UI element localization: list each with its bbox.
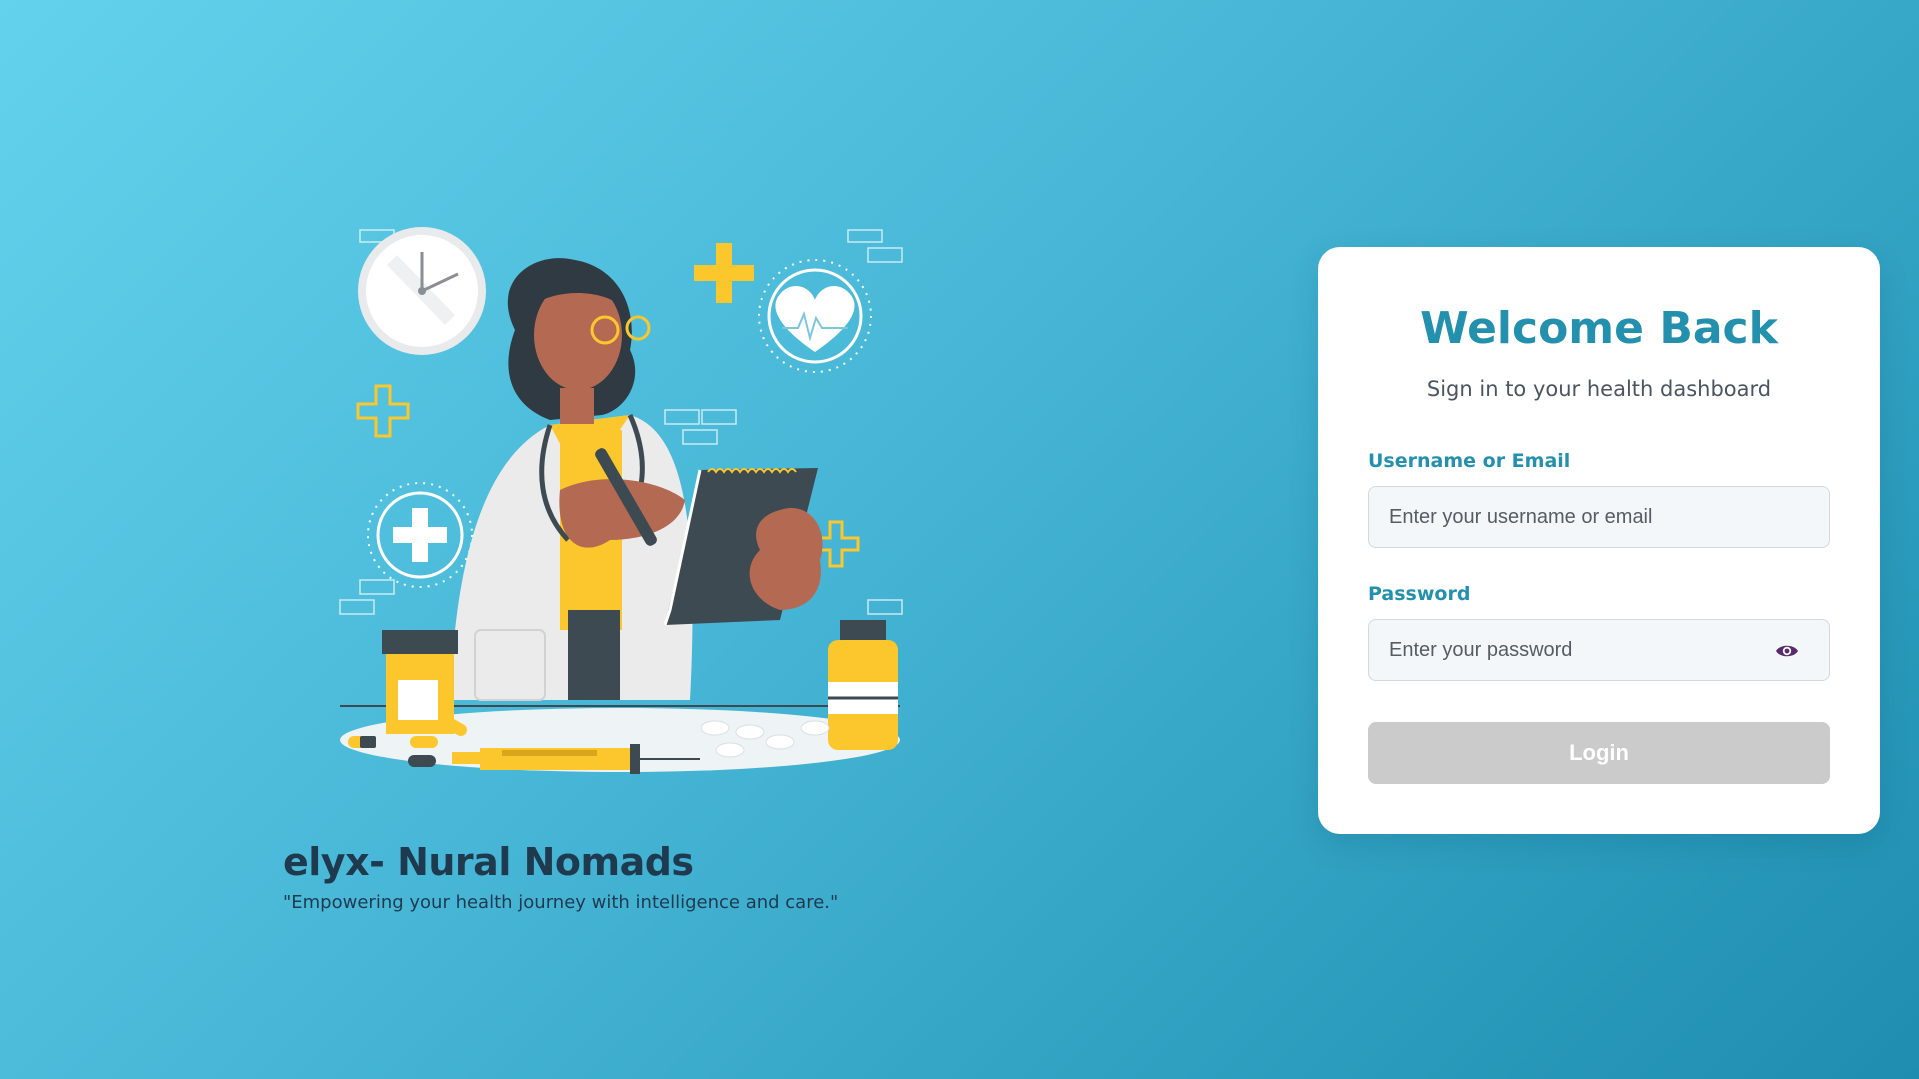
brand-tagline: "Empowering your health journey with int… — [283, 892, 839, 913]
medical-plus-icon — [367, 482, 473, 588]
username-field-wrapper — [1368, 486, 1830, 548]
brand-title: elyx- Nural Nomads — [283, 840, 694, 884]
username-label: Username or Email — [1368, 450, 1571, 472]
password-field-wrapper — [1368, 619, 1830, 681]
clock-icon — [358, 227, 486, 355]
brand-block: elyx- Nural Nomads "Empowering your heal… — [283, 840, 838, 913]
doctor-illustration — [320, 210, 920, 790]
login-title: Welcome Back — [1420, 303, 1778, 354]
password-input[interactable] — [1369, 620, 1829, 680]
password-label: Password — [1368, 583, 1471, 605]
login-button[interactable]: Login — [1368, 722, 1830, 784]
login-subtitle: Sign in to your health dashboard — [1426, 377, 1772, 401]
plus-outline-icon — [356, 384, 410, 438]
heart-icon — [758, 259, 872, 373]
plus-icon — [694, 243, 754, 303]
login-card: Welcome Back Sign in to your health dash… — [1318, 247, 1880, 834]
eye-icon[interactable] — [1775, 642, 1799, 660]
username-input[interactable] — [1369, 487, 1829, 547]
